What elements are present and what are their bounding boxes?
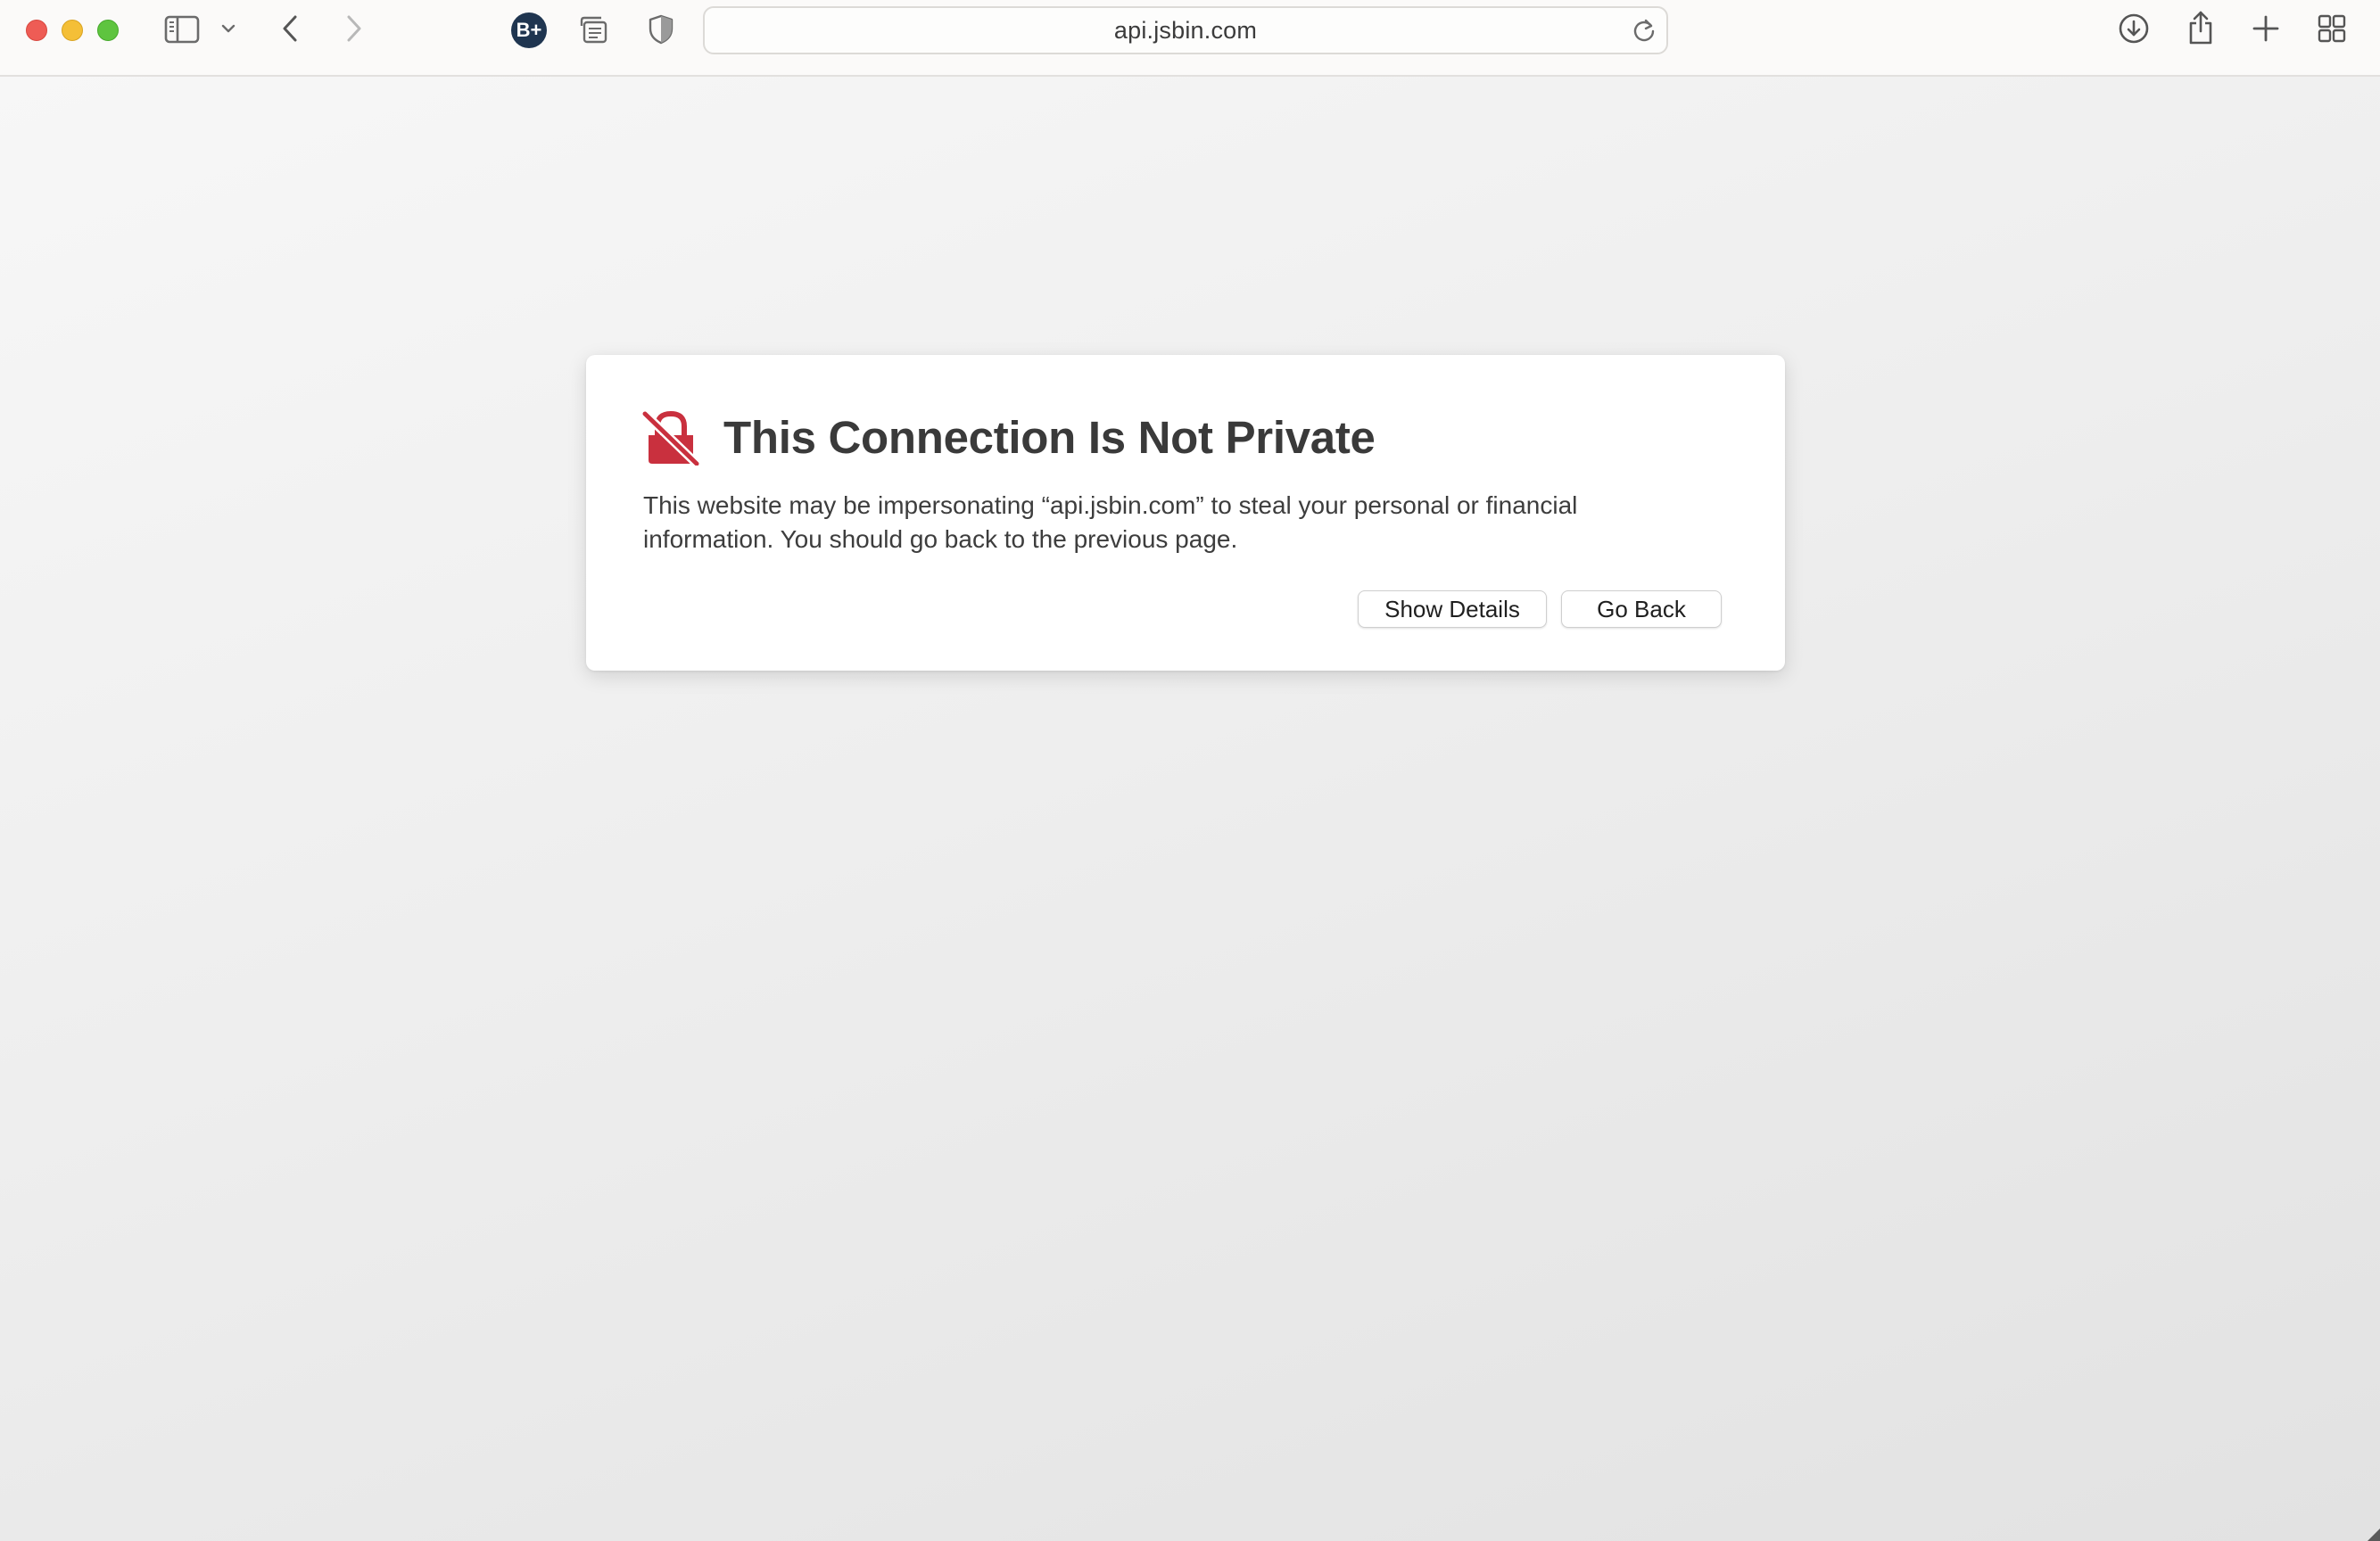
download-icon[interactable]: [2118, 12, 2150, 45]
new-tab-icon[interactable]: [2250, 12, 2282, 45]
sidebar-icon[interactable]: [164, 14, 200, 45]
browser-toolbar: B+ api.jsbin.com: [0, 0, 2380, 77]
window-close-button[interactable]: [26, 20, 47, 41]
broken-lock-warning-icon: [640, 409, 701, 468]
window-resize-corner[interactable]: [2368, 1529, 2380, 1541]
window-minimize-button[interactable]: [62, 20, 83, 41]
address-bar[interactable]: api.jsbin.com: [703, 6, 1668, 54]
page-content: This Connection Is Not Private This webs…: [0, 77, 2380, 1541]
go-back-button[interactable]: Go Back: [1561, 590, 1722, 628]
reload-icon[interactable]: [1631, 17, 1657, 48]
chevron-down-icon[interactable]: [219, 21, 237, 36]
warning-card: This Connection Is Not Private This webs…: [586, 355, 1785, 671]
back-icon[interactable]: [278, 12, 302, 45]
warning-title: This Connection Is Not Private: [723, 412, 1376, 463]
reader-icon[interactable]: [576, 14, 612, 46]
window-zoom-button[interactable]: [97, 20, 119, 41]
privacy-shield-icon[interactable]: [646, 12, 676, 46]
warning-body: This website may be impersonating “api.j…: [643, 491, 1578, 553]
tab-overview-icon[interactable]: [2316, 12, 2348, 45]
show-details-button[interactable]: Show Details: [1358, 590, 1547, 628]
address-text: api.jsbin.com: [1113, 16, 1258, 44]
bplus-extension-label: B+: [516, 19, 542, 41]
bplus-extension-icon[interactable]: B+: [511, 12, 547, 48]
share-icon[interactable]: [2186, 9, 2216, 46]
forward-icon[interactable]: [343, 12, 366, 45]
